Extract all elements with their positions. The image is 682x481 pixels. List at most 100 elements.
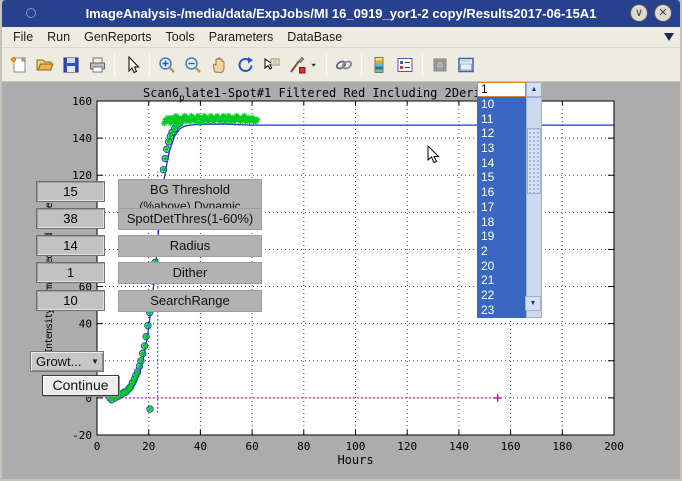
toolbar-separator [361,53,362,77]
spot-list-item[interactable]: 21 [477,273,526,288]
radius-label: Radius [118,235,262,257]
colorbar-icon [369,55,389,75]
zoom-in-icon [157,55,177,75]
chart-title-rest: late1-Spot#1 Filtered Red Including 2Der… [185,86,517,100]
menu-genreports[interactable]: GenReports [84,30,151,44]
menubar: File Run GenReports Tools Parameters DataBase [2,27,680,48]
growth-menu-label: Growt... [36,354,82,369]
svg-text:60: 60 [245,440,258,453]
new-file-button[interactable] [6,52,32,78]
print-button[interactable] [84,52,110,78]
plottools-off-icon [430,55,450,75]
spot-list-item[interactable]: 20 [477,259,526,274]
save-icon [61,55,81,75]
brush-button[interactable] [284,52,310,78]
spot-list-item[interactable]: 14 [477,156,526,171]
spot-list-item[interactable]: 17 [477,200,526,215]
rotate-3d-button[interactable] [232,52,258,78]
spotdetthres-label: SpotDetThres(1-60%) [118,208,262,230]
spot-list-item[interactable]: 15 [477,170,526,185]
dither-label: Dither [118,262,262,284]
spot-list-item[interactable]: 12 [477,126,526,141]
toolbar [2,48,680,82]
new-file-icon [9,55,29,75]
svg-text:160: 160 [72,95,92,108]
link-plots-button[interactable] [331,52,357,78]
menu-database[interactable]: DataBase [287,30,342,44]
spot-list-item[interactable]: 23 [477,303,526,318]
spotdetthres-input[interactable]: 38 [36,208,105,229]
svg-text:80: 80 [297,440,310,453]
svg-text:180: 180 [552,440,572,453]
plottools-off-button[interactable] [427,52,453,78]
spot-list-item[interactable]: 16 [477,185,526,200]
bg-threshold-input[interactable]: 15 [36,181,105,202]
rotate-3d-icon [235,55,255,75]
zoom-out-icon [183,55,203,75]
svg-text:200: 200 [604,440,624,453]
menu-tools[interactable]: Tools [166,30,195,44]
growth-menu-button[interactable]: Growt... ▼ [30,351,104,372]
app-window: ImageAnalysis-/media/data/ExpJobs/MI 16_… [0,0,682,481]
brush-icon [287,55,307,75]
chart-title: Scan6plate1-Spot#1 Filtered Red Includin… [143,86,517,103]
svg-text:0: 0 [94,440,101,453]
open-file-button[interactable] [32,52,58,78]
scrollbar-thumb[interactable] [527,128,541,194]
chart-title-prefix: Scan6 [143,86,179,100]
save-button[interactable] [58,52,84,78]
pan-hand-button[interactable] [206,52,232,78]
close-button[interactable]: ✕ [654,4,672,22]
spot-list-item[interactable]: 11 [477,112,526,127]
shade-button[interactable]: ∨ [630,4,648,22]
menu-file[interactable]: File [13,30,33,44]
bg-threshold-label: BG Threshold (%above) Dynamic [118,179,262,209]
scrollbar[interactable]: ▼ [526,97,542,318]
svg-text:160: 160 [501,440,521,453]
plottools-on-button[interactable] [453,52,479,78]
print-icon [87,55,107,75]
radius-input[interactable]: 14 [36,235,105,256]
spot-selected-value[interactable]: 1 [477,82,526,97]
pan-hand-icon [209,55,229,75]
spot-list-item[interactable]: 2 [477,244,526,259]
scroll-down-button[interactable]: ▼ [525,296,541,311]
svg-text:40: 40 [194,440,207,453]
toolbar-separator [326,53,327,77]
searchrange-label: SearchRange [118,290,262,312]
zoom-in-button[interactable] [154,52,180,78]
spot-list-item[interactable]: 18 [477,215,526,230]
menu-overflow-icon[interactable] [664,33,674,41]
link-plots-icon [334,55,354,75]
toolbar-separator [149,53,150,77]
data-cursor-icon [261,55,281,75]
insert-legend-icon [395,55,415,75]
open-file-icon [35,55,55,75]
continue-button[interactable]: Continue [42,375,119,396]
titlebar[interactable]: ImageAnalysis-/media/data/ExpJobs/MI 16_… [2,0,680,27]
dropdown-arrow-icon: ▼ [91,357,99,366]
scroll-up-button[interactable]: ▲ [526,82,542,97]
menu-run[interactable]: Run [47,30,70,44]
spot-list-item[interactable]: 13 [477,141,526,156]
plottools-on-icon [456,55,476,75]
spot-list-item[interactable]: 22 [477,288,526,303]
svg-text:20: 20 [142,440,155,453]
svg-text:120: 120 [397,440,417,453]
menu-parameters[interactable]: Parameters [209,30,274,44]
pointer-button[interactable] [119,52,145,78]
spot-number-dropdown: 1 ▲ 10111213141516171819220212223 ▼ [477,82,542,318]
colorbar-button[interactable] [366,52,392,78]
spot-list-item[interactable]: 10 [477,97,526,112]
window-menu-icon[interactable] [26,8,36,18]
zoom-out-button[interactable] [180,52,206,78]
svg-text:40: 40 [79,318,92,331]
brush-dropdown-arrow-button[interactable] [310,52,322,78]
svg-text:Hours: Hours [337,453,373,467]
dither-input[interactable]: 1 [36,262,105,283]
data-cursor-button[interactable] [258,52,284,78]
window-title: ImageAnalysis-/media/data/ExpJobs/MI 16_… [2,6,680,21]
insert-legend-button[interactable] [392,52,418,78]
spot-list-item[interactable]: 19 [477,229,526,244]
searchrange-input[interactable]: 10 [36,290,105,311]
